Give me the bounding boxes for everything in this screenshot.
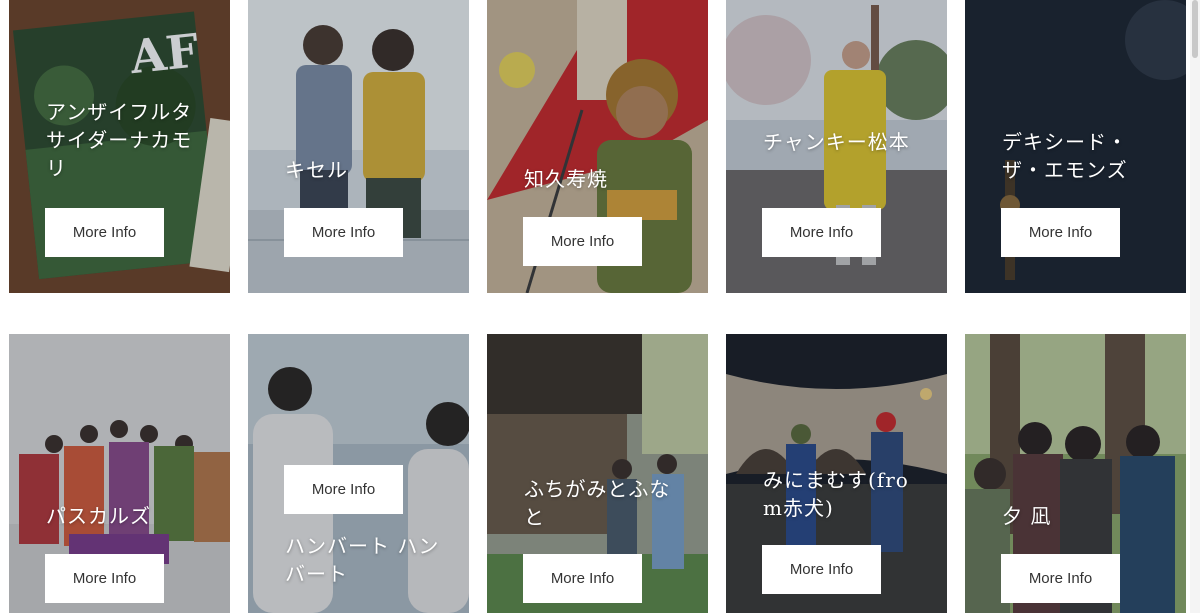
artist-grid: AF アンザイフルタサイダーナカモリ More Info キセル More In…: [0, 0, 1200, 613]
artist-name: キセル: [285, 158, 348, 182]
artist-name: アンザイフルタサイダーナカモリ: [46, 100, 193, 180]
more-info-button[interactable]: More Info: [45, 554, 164, 603]
artist-card-fuchigami-to-funato[interactable]: ふちがみとふなと More Info: [487, 334, 708, 613]
artist-name: 夕 凪: [1002, 504, 1052, 528]
artist-card-dexied-the-emmons[interactable]: デキシード・ザ・エモンズ More Info: [965, 0, 1186, 293]
more-info-button[interactable]: More Info: [1001, 554, 1120, 603]
more-info-button[interactable]: More Info: [1001, 208, 1120, 257]
more-info-button[interactable]: More Info: [762, 545, 881, 594]
artist-name: ハンバート ハンバート: [285, 534, 440, 586]
artist-card-kicell[interactable]: キセル More Info: [248, 0, 469, 293]
artist-card-minimums[interactable]: みにまむす(from赤犬) More Info: [726, 334, 947, 613]
artist-card-anzaifuruta[interactable]: AF アンザイフルタサイダーナカモリ More Info: [9, 0, 230, 293]
more-info-button[interactable]: More Info: [284, 465, 403, 514]
artist-name: デキシード・ザ・エモンズ: [1002, 130, 1128, 182]
artist-card-chunky-matsumoto[interactable]: チャンキー松本 More Info: [726, 0, 947, 293]
more-info-button[interactable]: More Info: [523, 554, 642, 603]
artist-card-chiku-toshiaki[interactable]: 知久寿焼 More Info: [487, 0, 708, 293]
artist-card-humbert-humbert[interactable]: More Info ハンバート ハンバート: [248, 334, 469, 613]
more-info-button[interactable]: More Info: [45, 208, 164, 257]
artist-card-pascals[interactable]: パスカルズ More Info: [9, 334, 230, 613]
artist-name: みにまむす(from赤犬): [763, 468, 909, 520]
artist-name: チャンキー松本: [763, 130, 910, 154]
scrollbar-thumb[interactable]: [1192, 0, 1198, 58]
artist-name: パスカルズ: [46, 504, 151, 528]
more-info-button[interactable]: More Info: [284, 208, 403, 257]
scrollbar[interactable]: [1190, 0, 1200, 613]
artist-name: 知久寿焼: [524, 167, 608, 191]
artist-card-yunagi[interactable]: 夕 凪 More Info: [965, 334, 1186, 613]
more-info-button[interactable]: More Info: [523, 217, 642, 266]
artist-name: ふちがみとふなと: [524, 477, 671, 529]
more-info-button[interactable]: More Info: [762, 208, 881, 257]
